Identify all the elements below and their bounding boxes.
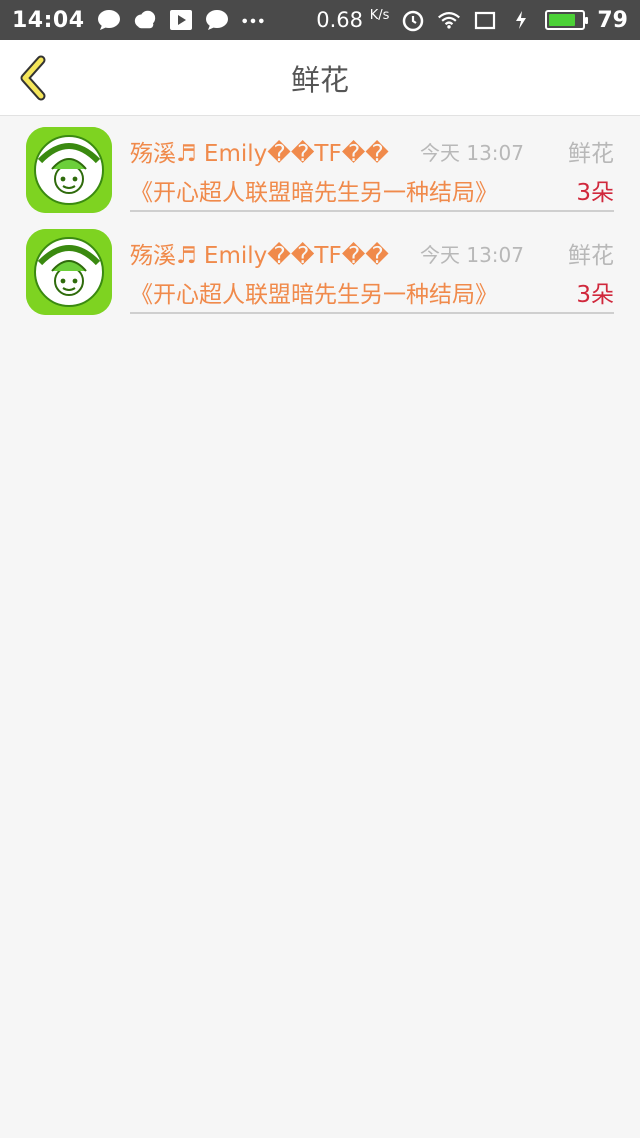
avatar[interactable] [26,127,112,213]
list-item[interactable]: 殇溪♬ Emily��TF�� 今天 13:07 鲜花 《开心超人联盟暗先生另一… [0,117,640,219]
top-nav-bar: 鲜花 [0,40,640,116]
play-icon [169,9,193,31]
network-speed: 0.68 K/s [316,8,389,32]
list-item-detail-row: 《开心超人联盟暗先生另一种结局》 3朵 [130,173,614,207]
page-title: 鲜花 [290,62,349,97]
network-speed-value: 0.68 [316,8,363,32]
gift-type: 鲜花 [568,243,614,269]
list-item-header-row: 殇溪♬ Emily��TF�� 今天 13:07 鲜花 [130,236,614,270]
chat-bubble-icon [205,9,229,31]
gift-list: 殇溪♬ Emily��TF�� 今天 13:07 鲜花 《开心超人联盟暗先生另一… [0,117,640,321]
more-dots-icon [241,9,265,31]
status-bar: 14:04 0.68 K/s 79 [0,0,640,40]
username[interactable]: 殇溪♬ Emily��TF�� [130,236,389,270]
sim-icon [473,9,497,31]
username[interactable]: 殇溪♬ Emily��TF�� [130,134,389,168]
back-arrow-icon [20,55,46,101]
back-button[interactable] [14,54,54,102]
charging-icon [509,9,533,31]
gift-count: 3朵 [576,282,614,308]
network-speed-unit: K/s [369,8,390,23]
timestamp: 今天 13:07 [420,141,524,165]
status-bar-right: 0.68 K/s 79 [316,8,628,33]
list-item-body: 殇溪♬ Emily��TF�� 今天 13:07 鲜花 《开心超人联盟暗先生另一… [130,117,614,212]
wifi-icon [437,9,461,31]
avatar[interactable] [26,229,112,315]
book-title-link[interactable]: 《开心超人联盟暗先生另一种结局》 [130,275,498,309]
chat-bubble-icon [97,9,121,31]
battery-icon [545,10,589,30]
status-time: 14:04 [12,7,85,33]
list-item-header-row: 殇溪♬ Emily��TF�� 今天 13:07 鲜花 [130,134,614,168]
list-item-body: 殇溪♬ Emily��TF�� 今天 13:07 鲜花 《开心超人联盟暗先生另一… [130,219,614,314]
battery-level [549,14,575,26]
gift-type: 鲜花 [568,141,614,167]
list-item-detail-row: 《开心超人联盟暗先生另一种结局》 3朵 [130,275,614,309]
gift-count: 3朵 [576,180,614,206]
cloud-icon [133,9,157,31]
book-title-link[interactable]: 《开心超人联盟暗先生另一种结局》 [130,173,498,207]
timestamp: 今天 13:07 [420,243,524,267]
battery-percent: 79 [597,7,628,33]
list-item[interactable]: 殇溪♬ Emily��TF�� 今天 13:07 鲜花 《开心超人联盟暗先生另一… [0,219,640,321]
status-bar-left: 14:04 [12,8,265,33]
alarm-icon [401,9,425,32]
